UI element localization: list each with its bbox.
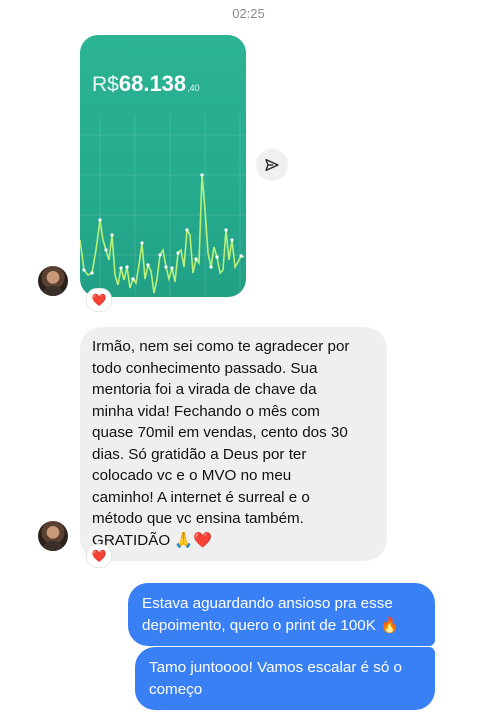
heart-reaction[interactable]: ❤️ [86,544,112,568]
currency-symbol: R$ [92,73,119,96]
share-button[interactable] [256,149,288,181]
avatar[interactable] [38,521,68,551]
heart-reaction[interactable]: ❤️ [86,288,112,312]
outgoing-message[interactable]: Tamo juntoooo! Vamos escalar é só o come… [135,647,435,710]
timestamp: 02:25 [232,6,265,21]
heart-icon: ❤️ [91,293,107,307]
paper-plane-icon [265,159,279,171]
heart-icon: ❤️ [91,549,107,563]
amount-cents: ,40 [187,83,200,93]
sales-amount: R$68.138,40 [92,71,200,97]
outgoing-message[interactable]: Estava aguardando ansioso pra esse depoi… [128,583,435,646]
avatar[interactable] [38,266,68,296]
incoming-message[interactable]: Irmão, nem sei como te agradecer por tod… [80,327,387,561]
shared-image-card[interactable]: R$68.138,40 [80,35,246,297]
amount-value: 68.138 [118,71,187,96]
